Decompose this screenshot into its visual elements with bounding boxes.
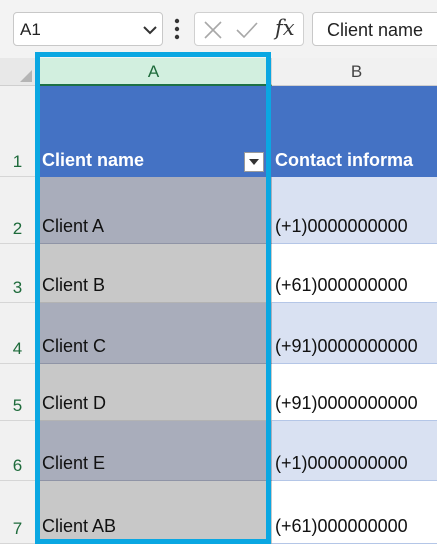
row-number: 1 — [12, 152, 23, 171]
cell-text: Client C — [42, 336, 107, 356]
row-header-2[interactable]: 2 — [0, 177, 36, 244]
cell-a4[interactable]: Client C — [36, 303, 272, 364]
cell-b6[interactable]: (+1)0000000000 — [272, 421, 437, 481]
cell-text: Client B — [42, 275, 106, 295]
row-number: 2 — [12, 219, 23, 238]
cell-b4[interactable]: (+91)0000000000 — [272, 303, 437, 364]
cell-a1[interactable]: Client name — [36, 86, 272, 177]
row-number: 7 — [12, 519, 23, 538]
row-header-4[interactable]: 4 — [0, 303, 36, 364]
enter-check-icon[interactable] — [235, 21, 259, 39]
row-number: 6 — [12, 456, 23, 475]
row-number: 3 — [12, 278, 23, 297]
column-label: B — [350, 62, 363, 81]
chevron-down-icon[interactable] — [142, 23, 158, 37]
cell-text: (+91)0000000000 — [275, 336, 418, 356]
row-header-3[interactable]: 3 — [0, 244, 36, 303]
name-box-value: A1 — [20, 20, 41, 39]
row-header-1[interactable]: 1 — [0, 86, 36, 177]
name-box[interactable]: A1 — [13, 12, 163, 46]
row-header-7[interactable]: 7 — [0, 481, 36, 544]
cell-b1[interactable]: Contact informa — [272, 86, 437, 177]
cancel-icon[interactable] — [203, 21, 223, 39]
worksheet-grid: A B 1 Client name Contact informa 2 Clie… — [0, 58, 437, 544]
cell-text: (+1)0000000000 — [275, 453, 408, 473]
insert-function-button[interactable]: fx — [275, 16, 295, 40]
formula-input[interactable]: Client name — [312, 12, 437, 46]
cell-a2[interactable]: Client A — [36, 177, 272, 244]
cell-text: (+61)000000000 — [275, 275, 408, 295]
cell-text: (+91)0000000000 — [275, 393, 418, 413]
cell-text: Client A — [42, 216, 105, 236]
cell-text: Contact informa — [275, 150, 414, 170]
cell-b3[interactable]: (+61)000000000 — [272, 244, 437, 303]
cell-b5[interactable]: (+91)0000000000 — [272, 364, 437, 421]
select-all-corner[interactable] — [0, 58, 36, 86]
filter-arrow-icon — [249, 159, 259, 165]
row-header-6[interactable]: 6 — [0, 421, 36, 481]
cell-text: Client E — [42, 453, 106, 473]
column-header-b[interactable]: B — [272, 58, 437, 86]
formula-value: Client name — [327, 20, 424, 40]
cell-b7[interactable]: (+61)000000000 — [272, 481, 437, 544]
column-header-a[interactable]: A — [36, 58, 272, 86]
formula-bar: A1 fx Client name — [0, 0, 437, 58]
cell-a5[interactable]: Client D — [36, 364, 272, 421]
row-header-5[interactable]: 5 — [0, 364, 36, 421]
formula-actions: fx — [194, 12, 304, 46]
row-number: 4 — [12, 339, 23, 358]
cell-text: Client D — [42, 393, 107, 413]
cell-text: (+1)0000000000 — [275, 216, 408, 236]
cell-a3[interactable]: Client B — [36, 244, 272, 303]
cell-text: (+61)000000000 — [275, 516, 408, 536]
cell-text: Client name — [42, 150, 145, 170]
filter-dropdown-button[interactable] — [244, 152, 264, 172]
more-options-icon[interactable] — [172, 16, 182, 42]
cell-a6[interactable]: Client E — [36, 421, 272, 481]
cell-b2[interactable]: (+1)0000000000 — [272, 177, 437, 244]
row-number: 5 — [12, 396, 23, 415]
column-label: A — [147, 62, 160, 81]
cell-text: Client AB — [42, 516, 117, 536]
cell-a7[interactable]: Client AB — [36, 481, 272, 544]
